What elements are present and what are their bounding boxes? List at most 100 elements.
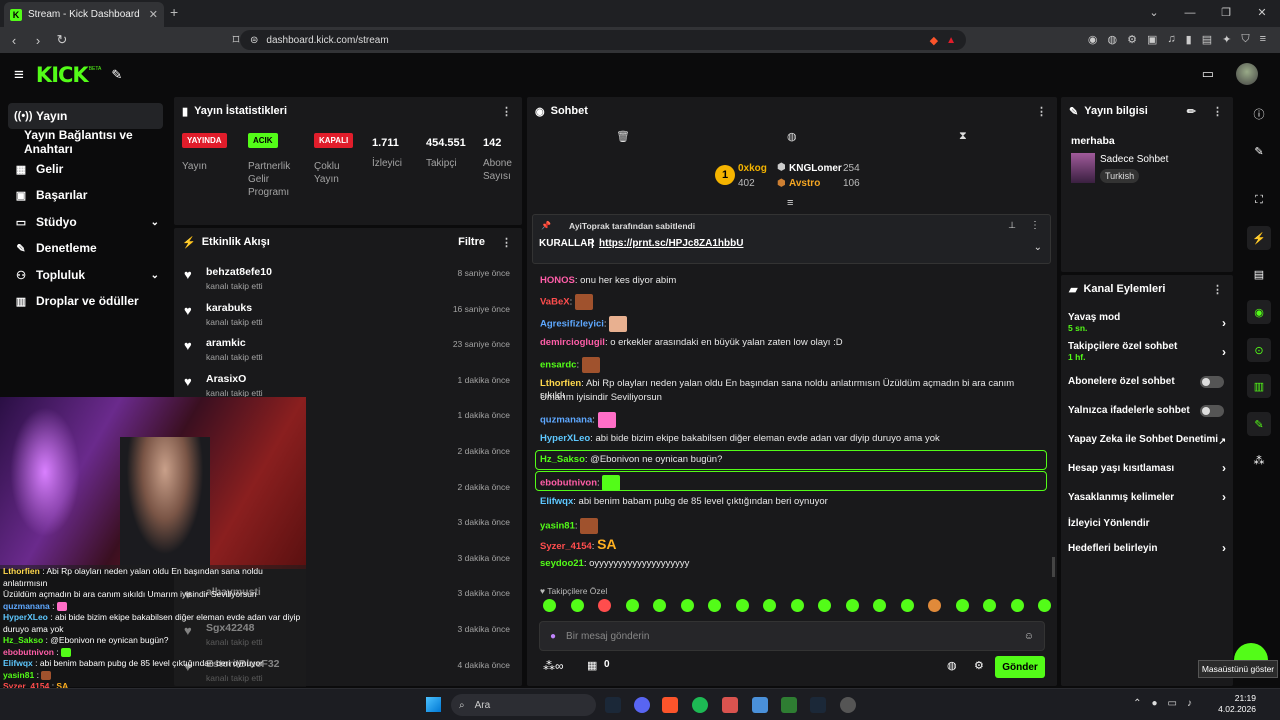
forward-icon[interactable]: ›: [28, 33, 48, 48]
sidebar-toggle-icon[interactable]: ▮: [1186, 33, 1192, 46]
emote-shortcut[interactable]: [763, 599, 776, 612]
activity-item[interactable]: ♥ behzat8efe10 kanalı takip etti 8 saniye ö…: [184, 264, 514, 298]
trash-icon[interactable]: 🗑: [616, 130, 630, 143]
speech-bubble-icon[interactable]: ◍: [787, 130, 797, 143]
sidebar-item-yayin[interactable]: ((•)) Yayın: [8, 103, 163, 129]
steam-icon[interactable]: [605, 697, 621, 713]
info-icon[interactable]: ⓘ: [1247, 102, 1271, 126]
url-bar[interactable]: ⊜ dashboard.kick.com/stream ◆ ▲: [240, 30, 966, 50]
chat-message[interactable]: VaBeX:: [540, 294, 1040, 310]
community-icon[interactable]: ⁂: [1247, 448, 1271, 472]
close-window-icon[interactable]: ✕: [1244, 0, 1280, 27]
chat-message[interactable]: Syzer_4154: SA: [540, 537, 1040, 553]
filter-button[interactable]: Filtre: [458, 236, 485, 248]
emote-shortcut[interactable]: [653, 599, 666, 612]
chat-message[interactable]: Elifwqx: abi benim babam pubg de 85 leve…: [540, 496, 1040, 508]
action-banned-words[interactable]: Yasaklanmış kelimeler ›: [1068, 490, 1228, 504]
action-followers-only[interactable]: Takipçilere özel sohbet 1 hf. ›: [1068, 341, 1228, 362]
chat-message[interactable]: Umarım iyisindir Seviliyorsun: [540, 392, 1040, 404]
new-tab-icon[interactable]: +: [170, 4, 178, 20]
chat-username[interactable]: Syzer_4154: [540, 541, 592, 552]
chat-username[interactable]: ensardc: [540, 360, 576, 371]
hamburger-menu-icon[interactable]: ≡: [14, 65, 24, 85]
reload-icon[interactable]: ↻: [52, 32, 72, 48]
emoji-icon[interactable]: ☺: [1024, 631, 1034, 642]
emote-shortcut[interactable]: [790, 599, 804, 612]
wallet-icon[interactable]: ▤: [1202, 33, 1212, 46]
chat-username[interactable]: HONOS: [540, 275, 575, 286]
back-icon[interactable]: ‹: [4, 33, 24, 48]
hourglass-icon[interactable]: ⧗: [959, 130, 967, 143]
chat-username[interactable]: ebobutnivon: [540, 478, 597, 489]
activity-item[interactable]: ♥ karabuks kanalı takip etti 16 saniye önce: [184, 300, 514, 334]
dropdown-icon[interactable]: ⌄: [1136, 0, 1172, 27]
chat-message[interactable]: ensardc:: [540, 357, 1040, 373]
broadcast-icon[interactable]: ⊙: [1247, 338, 1271, 362]
extension-icon[interactable]: ◍: [1108, 33, 1118, 46]
chat-username[interactable]: Hz_Sakso: [540, 454, 585, 465]
action-raid[interactable]: İzleyici Yönlendir: [1068, 518, 1228, 529]
windows-start-icon[interactable]: [426, 697, 441, 712]
sidebar-item-droplar[interactable]: ▥ Droplar ve ödüller: [8, 288, 163, 314]
emote-shortcut[interactable]: [570, 599, 584, 612]
emote-shortcut[interactable]: [818, 599, 831, 612]
chat-username[interactable]: HyperXLeo: [540, 433, 590, 444]
more-options-icon[interactable]: ⋮: [501, 105, 512, 118]
action-emotes-only[interactable]: Yalnızca ifadelerle sohbet: [1068, 405, 1228, 417]
chat-username[interactable]: yasin81: [540, 521, 575, 532]
more-options-icon[interactable]: ⋮: [501, 236, 512, 249]
vpn-icon[interactable]: ⛉: [1241, 33, 1249, 46]
chat-input[interactable]: ● Bir mesaj gönderin ☺: [539, 621, 1045, 651]
toggle-switch[interactable]: [1200, 405, 1224, 417]
chat-username[interactable]: demircioglugil: [540, 337, 605, 348]
maximize-icon[interactable]: ❐: [1208, 0, 1244, 27]
unpin-icon[interactable]: ⊥: [1008, 220, 1016, 231]
category-thumbnail[interactable]: [1071, 153, 1095, 183]
brave-rewards-icon[interactable]: ▲: [946, 35, 956, 46]
obs-icon[interactable]: [840, 697, 856, 713]
save-icon[interactable]: ▥: [1247, 374, 1271, 398]
store-icon[interactable]: ▦: [587, 659, 597, 672]
kick-logo[interactable]: KICK: [36, 63, 89, 87]
taskbar-search[interactable]: ⌕ Ara: [451, 694, 596, 716]
site-info-icon[interactable]: ⊜: [250, 35, 258, 46]
steam-icon[interactable]: [810, 697, 826, 713]
more-options-icon[interactable]: ⋮: [1030, 220, 1040, 231]
chat-message[interactable]: Hz_Sakso: @Ebonivon ne oynican bugün?: [540, 454, 1040, 466]
lightning-icon[interactable]: ⚡: [1247, 226, 1271, 250]
sidebar-item-denetleme[interactable]: ✎ Denetleme: [8, 235, 163, 261]
emote-shortcut[interactable]: [543, 599, 556, 612]
chat-message[interactable]: HONOS: onu her kes diyor abim: [540, 275, 1040, 287]
emote-shortcut[interactable]: [845, 599, 859, 612]
action-subscribers-only[interactable]: Abonelere özel sohbet: [1068, 376, 1228, 388]
chat-message[interactable]: Agresifizleyici:: [540, 316, 1040, 332]
extension-icon[interactable]: ⚙: [1127, 33, 1137, 46]
chat-settings-icon[interactable]: ◍: [947, 659, 957, 672]
emote-shortcut[interactable]: [1010, 599, 1024, 612]
chat-icon[interactable]: ◉: [1247, 300, 1271, 324]
chat-username[interactable]: Lthorfien: [540, 378, 581, 389]
more-options-icon[interactable]: ⋮: [1036, 105, 1047, 118]
sidebar-item-studyo[interactable]: ▭ Stüdyo ⌄: [8, 209, 163, 235]
more-options-icon[interactable]: ⋮: [1212, 283, 1223, 296]
action-account-age[interactable]: Hesap yaşı kısıtlaması ›: [1068, 461, 1228, 475]
taskbar-clock[interactable]: 21:19 4.02.2026: [1218, 693, 1256, 715]
leader-name[interactable]: 0xkog: [738, 163, 767, 174]
pinned-link[interactable]: https://prnt.sc/HPJc8ZA1hbbU: [599, 238, 743, 249]
emote-shortcut[interactable]: [928, 599, 941, 612]
emote-shortcut[interactable]: [680, 599, 694, 612]
activity-item[interactable]: ♥ aramkic kanalı takip etti 23 saniye önce: [184, 335, 514, 369]
brave-shield-icon[interactable]: ◆: [930, 34, 938, 47]
pencil-icon[interactable]: ✎: [1247, 139, 1271, 163]
chat-message[interactable]: ebobutnivon:: [540, 475, 1040, 491]
close-tab-icon[interactable]: ✕: [149, 8, 158, 21]
music-icon[interactable]: ♫: [1167, 33, 1175, 46]
avatar[interactable]: [1236, 63, 1258, 85]
spotify-icon[interactable]: [692, 697, 708, 713]
ai-icon[interactable]: ✦: [1222, 33, 1231, 46]
emote-shortcut[interactable]: [1038, 599, 1051, 612]
wallet-icon[interactable]: ▭: [1202, 66, 1214, 82]
edit-icon[interactable]: ✏: [1187, 105, 1196, 118]
leader-name[interactable]: KNGLomer: [789, 163, 842, 174]
community-points-icon[interactable]: ⁂∞: [543, 659, 564, 673]
